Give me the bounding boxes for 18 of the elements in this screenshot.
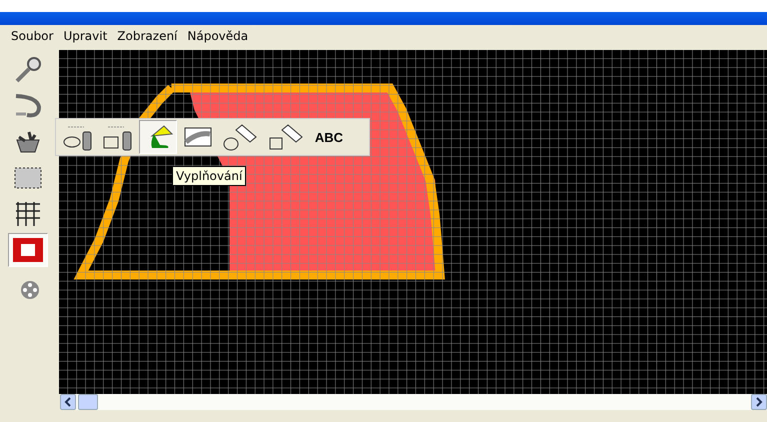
magnifier-icon (13, 55, 43, 85)
brick-frame-icon (12, 237, 44, 263)
chevron-left-icon (64, 397, 72, 407)
horizontal-scrollbar[interactable] (60, 394, 767, 410)
menu-item[interactable]: Zobrazení (112, 29, 182, 43)
tooltip: Vyplňování (172, 166, 246, 186)
scroll-left-button[interactable] (60, 394, 76, 410)
tool-button[interactable] (139, 120, 177, 154)
scroll-thumb[interactable] (78, 394, 98, 410)
menu-item[interactable]: Soubor (6, 29, 58, 43)
scroll-right-button[interactable] (751, 394, 767, 410)
tool-button[interactable] (8, 233, 48, 267)
grid-icon (14, 201, 42, 227)
menu-item[interactable]: Nápověda (182, 29, 254, 43)
chevron-right-icon (755, 397, 763, 407)
menu-item[interactable]: Upravit (58, 29, 112, 43)
text-tool-button[interactable]: ABC (311, 120, 347, 154)
selection-icon (13, 165, 43, 191)
